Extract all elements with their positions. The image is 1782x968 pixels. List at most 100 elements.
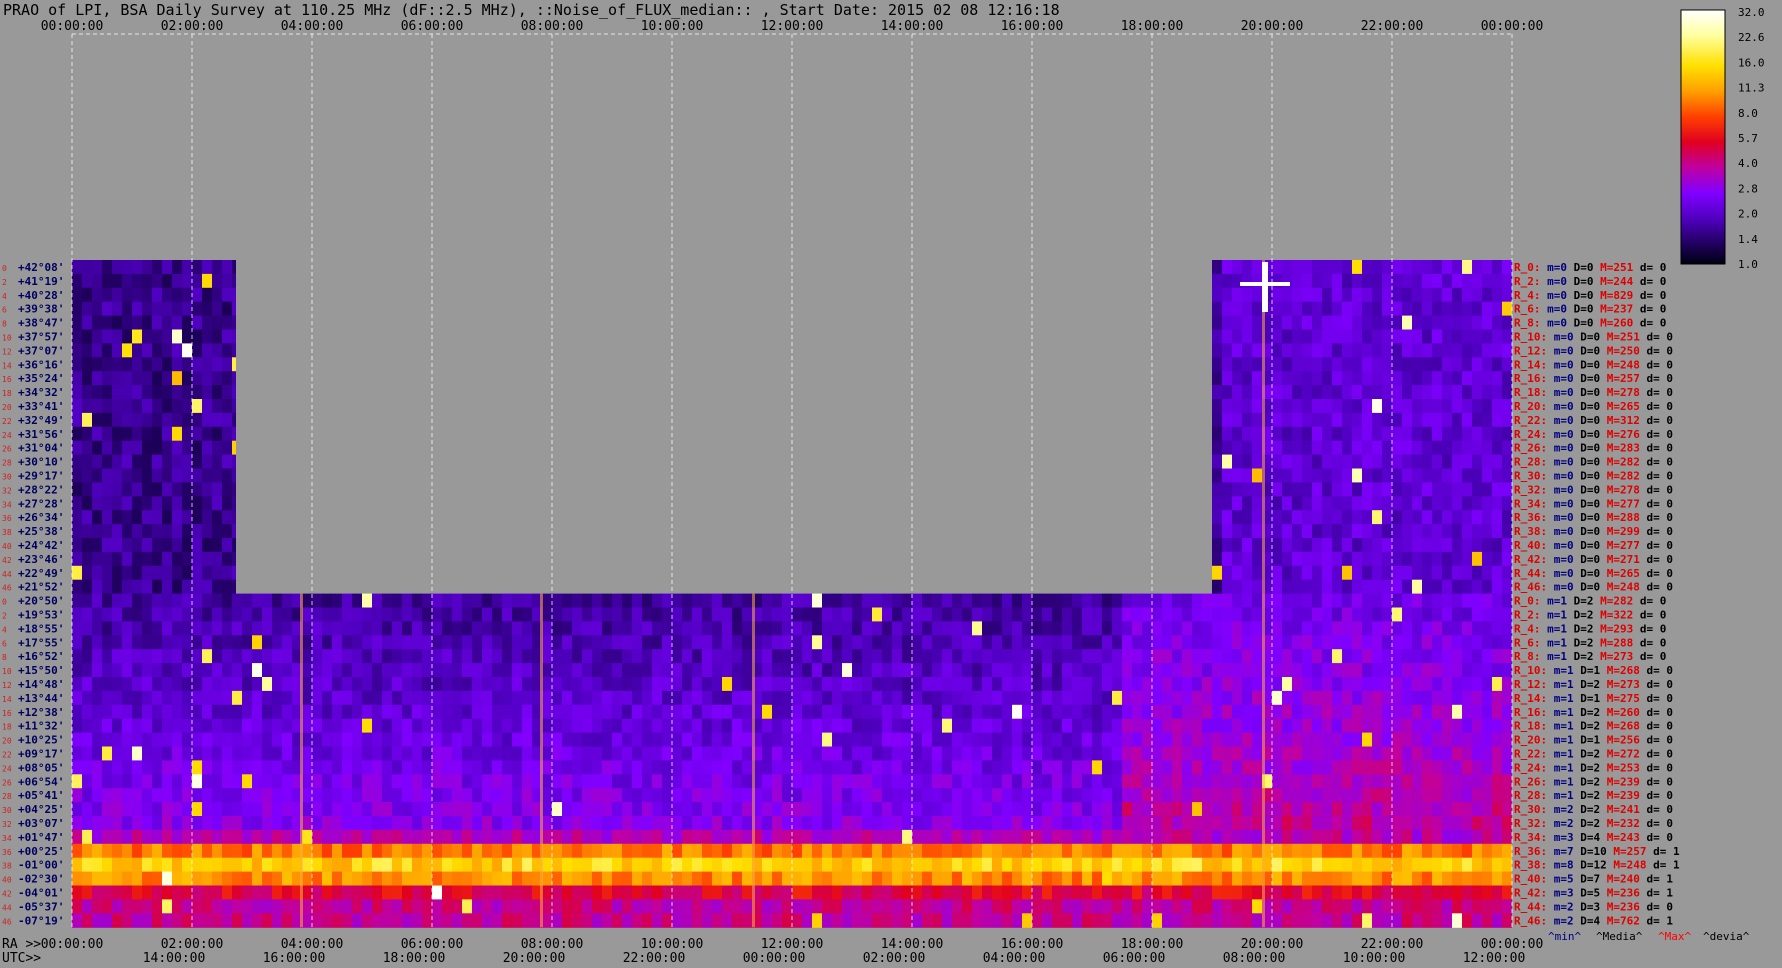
heatmap-cell: [712, 690, 722, 706]
heatmap-cell: [762, 663, 772, 678]
heatmap-cell: [142, 371, 152, 386]
heatmap-cell: [1212, 301, 1222, 317]
heatmap-cell: [1232, 510, 1242, 525]
heatmap-cell: [1002, 593, 1012, 609]
heatmap-cell: [92, 538, 102, 553]
heatmap-cell: [1172, 857, 1182, 873]
heatmap-cell: [1172, 593, 1182, 609]
heatmap-cell: [142, 913, 152, 928]
heatmap-cell: [1002, 649, 1012, 664]
heatmap-cell: [1422, 454, 1432, 470]
heatmap-cell: [1432, 551, 1442, 567]
heatmap-cell: [1402, 663, 1412, 678]
heatmap-cell: [732, 732, 742, 748]
heatmap-cell: [1082, 718, 1092, 734]
heatmap-cell: [602, 677, 612, 692]
heatmap-cell: [182, 496, 192, 511]
heatmap-cell: [1472, 301, 1482, 317]
heatmap-cell: [772, 607, 782, 622]
heatmap-cell: [372, 802, 382, 817]
heatmap-cell: [1272, 343, 1282, 358]
heatmap-cell: [472, 760, 482, 775]
heatmap-cell: [1202, 607, 1212, 622]
heatmap-cell: [1312, 524, 1322, 539]
heatmap-cell: [1022, 704, 1032, 720]
heatmap-cell: [362, 816, 372, 831]
heatmap-cell: [1372, 621, 1382, 636]
heatmap-cell: [592, 899, 602, 914]
heatmap-cell: [1502, 816, 1512, 831]
heatmap-cell: [332, 593, 342, 609]
heatmap-cell: [902, 690, 912, 706]
heatmap-cell: [122, 885, 132, 900]
heatmap-cell: [1232, 690, 1242, 706]
heatmap-cell: [992, 649, 1002, 664]
heatmap-cell: [1432, 816, 1442, 831]
heatmap-cell: [1072, 704, 1082, 720]
heatmap-cell: [202, 663, 212, 678]
heatmap-cell: [632, 843, 642, 859]
heatmap-cell: [632, 802, 642, 817]
heatmap-cell: [742, 732, 752, 748]
heatmap-cell: [102, 287, 112, 303]
heatmap-cell: [1332, 315, 1342, 331]
heatmap-cell: [962, 607, 972, 622]
heatmap-cell: [1272, 412, 1282, 428]
heatmap-cell: [942, 704, 952, 720]
heatmap-cell: [1412, 579, 1422, 595]
heatmap-cell: [1062, 718, 1072, 734]
heatmap-cell: [662, 593, 672, 609]
heatmap-cell: [122, 565, 132, 581]
heatmap-cell: [1202, 843, 1212, 859]
heatmap-cell: [1322, 357, 1332, 372]
heatmap-cell: [1472, 329, 1482, 344]
heatmap-cell: [82, 843, 92, 859]
heatmap-cell: [762, 816, 772, 831]
heatmap-cell: [572, 732, 582, 748]
declination-label: +31°56': [18, 428, 64, 441]
heatmap-cell: [1432, 621, 1442, 636]
heatmap-cell: [982, 621, 992, 636]
heatmap-cell: [362, 802, 372, 817]
heatmap-cell: [662, 774, 672, 789]
heatmap-cell: [182, 829, 192, 845]
heatmap-cell: [1042, 649, 1052, 664]
heatmap-cell: [352, 774, 362, 789]
heatmap-cell: [1212, 329, 1222, 344]
heatmap-cell: [212, 301, 222, 317]
heatmap-cell: [442, 732, 452, 748]
heatmap-cell: [352, 760, 362, 775]
heatmap-cell: [1192, 802, 1202, 817]
heatmap-cell: [1252, 718, 1262, 734]
heatmap-cell: [942, 802, 952, 817]
heatmap-cell: [1372, 565, 1382, 581]
heatmap-cell: [112, 524, 122, 539]
heatmap-cell: [832, 718, 842, 734]
heatmap-cell: [1052, 774, 1062, 789]
heatmap-cell: [1472, 816, 1482, 831]
heatmap-cell: [1052, 871, 1062, 887]
heatmap-cell: [142, 329, 152, 344]
heatmap-cell: [1252, 621, 1262, 636]
heatmap-cell: [1202, 788, 1212, 803]
heatmap-cell: [732, 913, 742, 928]
heatmap-cell: [1162, 802, 1172, 817]
heatmap-cell: [612, 746, 622, 761]
row-number: 0: [2, 598, 7, 607]
row-stat: R_4: m=0 D=0 M=829 d= 0: [1514, 289, 1666, 302]
heatmap-cell: [302, 857, 312, 873]
heatmap-cell: [1362, 885, 1372, 900]
heatmap-cell: [1222, 538, 1232, 553]
heatmap-cell: [572, 774, 582, 789]
heatmap-cell: [622, 802, 632, 817]
heatmap-cell: [1362, 440, 1372, 456]
heatmap-cell: [192, 385, 202, 400]
heatmap-cell: [1402, 732, 1412, 748]
heatmap-cell: [1292, 690, 1302, 706]
heatmap-cell: [1172, 649, 1182, 664]
heatmap-cell: [412, 899, 422, 914]
heatmap-cell: [642, 913, 652, 928]
heatmap-cell: [1422, 690, 1432, 706]
heatmap-cell: [1222, 287, 1232, 303]
declination-label: +01°47': [18, 831, 64, 844]
